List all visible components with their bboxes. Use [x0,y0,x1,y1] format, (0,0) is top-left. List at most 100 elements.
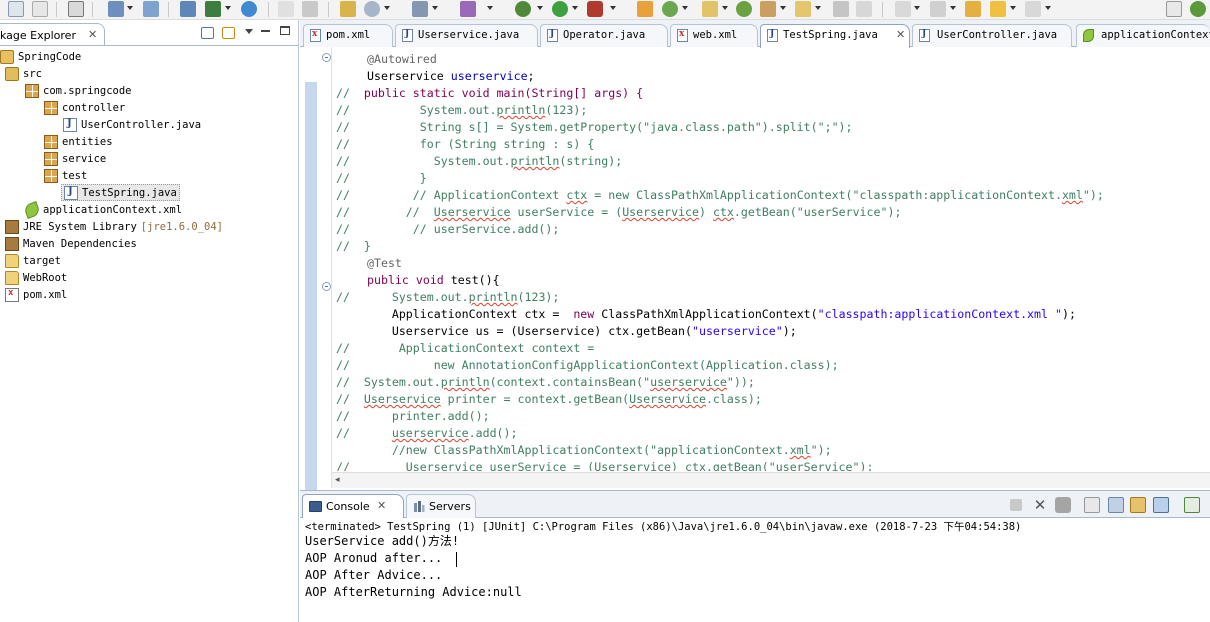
tree-item-applicationcontext-xml[interactable]: applicationContext.xml [23,200,182,219]
close-icon[interactable]: ✕ [88,28,97,41]
folder-icon [5,270,19,285]
tab-pom-xml[interactable]: x pom.xml [303,24,393,47]
code-line: // } [336,171,427,185]
console-output-line: AOP After Advice... [305,568,443,582]
tree-label: src [23,67,42,80]
tree-label: pom.xml [23,288,68,301]
tree-item-usercontroller-java[interactable]: J UserController.java [63,116,201,133]
folder-open-icon[interactable] [795,1,811,17]
run-icon[interactable] [552,1,568,17]
view-menu-icon[interactable] [245,29,253,34]
tree-item-springcode[interactable]: SpringCode [0,48,81,65]
package-icon [44,151,58,166]
debug-icon[interactable] [515,1,531,17]
tree-label: controller [62,101,126,114]
open-console-icon[interactable] [1184,497,1200,513]
maximize-icon[interactable] [280,26,290,35]
console-process-status: <terminated> TestSpring (1) [JUnit] C:\P… [305,521,1022,533]
tree-label: com.springcode [43,84,132,97]
code-line: // } [336,239,371,253]
scroll-lock-icon[interactable] [1108,497,1124,513]
code-line: // // Userservice userService = (Userser… [336,205,902,219]
browser-icon[interactable] [241,1,257,17]
code-line: // public static void main(String[] args… [336,86,644,100]
minimize-icon[interactable] [261,30,270,32]
new-wizard-icon[interactable] [108,1,124,17]
open-type-icon[interactable] [340,1,356,17]
tab-applicationcontext[interactable]: applicationContext [1076,24,1210,47]
collapse-all-icon[interactable] [201,27,214,39]
editor-ruler [300,47,332,496]
forward-icon[interactable] [1025,1,1041,17]
code-area[interactable]: @Autowired Userservice userservice; // p… [336,51,1210,471]
tab-web-xml[interactable]: x web.xml [670,24,758,47]
run-external-icon[interactable] [587,1,603,17]
paste-icon[interactable] [302,1,318,17]
fold-toggle-icon[interactable] [322,53,331,62]
link-with-editor-icon[interactable] [222,27,235,39]
open-perspective-icon[interactable] [1166,1,1182,17]
last-edit-icon[interactable] [965,1,981,17]
close-icon[interactable]: ✕ [896,28,905,41]
console-output-line: AOP AfterReturning Advice:null [305,585,522,599]
tree-item-jre-system-library[interactable]: JRE System Library [jre1.6.0_04] [5,218,223,235]
tree-item-target[interactable]: target [5,252,61,269]
open-folder-icon[interactable] [702,1,718,17]
java-version-icon[interactable] [68,1,84,17]
tab-userservice-java[interactable]: J Userservice.java [395,24,538,47]
camera-icon[interactable] [412,1,428,17]
horizontal-scrollbar[interactable]: ◂ [332,472,1210,488]
tab-console[interactable]: Console ✕ [302,494,404,518]
tree-item-webroot[interactable]: WebRoot [5,269,67,286]
save-icon[interactable] [8,1,24,17]
tree-item-pom-xml[interactable]: x pom.xml [5,286,67,303]
fold-toggle-icon[interactable] [322,282,331,291]
deploy-icon[interactable] [180,1,196,17]
prev-annotation-icon[interactable] [930,1,946,17]
tab-testspring-java[interactable]: J TestSpring.java ✕ [760,24,910,48]
palette-icon[interactable] [460,1,476,17]
save-all-icon[interactable] [32,1,48,17]
cut-icon[interactable] [278,1,294,17]
tab-operator-java[interactable]: J Operator.java [540,24,668,47]
clear-console-icon[interactable] [1084,497,1100,513]
pin-icon[interactable] [833,1,849,17]
globe-icon[interactable] [736,1,752,17]
tree-item-entities[interactable]: entities [44,133,113,150]
code-line: // // ApplicationContext ctx = new Class… [336,188,1104,202]
jre-version-label: [jre1.6.0_04] [140,220,223,233]
remove-all-icon[interactable] [1055,497,1071,513]
new-class-icon[interactable] [637,1,653,17]
next-annotation-icon[interactable] [895,1,911,17]
open-resource-icon[interactable] [364,1,380,17]
back-icon[interactable] [990,1,1006,17]
package-icon [44,168,58,183]
pen-icon[interactable] [856,1,872,17]
remove-launch-icon[interactable]: ✕ [1032,497,1048,513]
tab-package-explorer[interactable]: kage Explorer ✕ [0,23,105,45]
tree-item-service[interactable]: service [44,150,106,167]
scroll-left-icon[interactable]: ◂ [335,475,340,485]
tree-item-maven-dependencies[interactable]: Maven Dependencies [5,235,137,252]
terminate-icon[interactable] [1010,499,1022,511]
tree-item-src[interactable]: src [5,65,42,82]
code-line: // String s[] = System.getProperty("java… [336,120,853,134]
code-line: // Userservice userService = (Userservic… [336,460,874,471]
search-icon[interactable] [143,1,159,17]
tree-item-com-springcode[interactable]: com.springcode [25,82,132,99]
java-perspective-icon[interactable] [1190,1,1206,17]
new-project-icon[interactable] [662,1,678,17]
tab-usercontroller-java[interactable]: J UserController.java [912,24,1072,47]
edit-icon[interactable] [760,1,776,17]
pin-console-icon[interactable] [1153,497,1169,513]
tab-servers[interactable]: Servers [406,494,476,518]
run-server-icon[interactable] [205,1,221,17]
tree-item-test[interactable]: test [44,167,87,184]
tab-label: web.xml [693,29,738,41]
tree-item-controller[interactable]: controller [44,99,125,116]
show-on-output-icon[interactable] [1130,497,1146,513]
editor-tab-bar: x pom.xml J Userservice.java J Operator.… [300,20,1210,48]
tree-item-testspring-java[interactable]: J TestSpring.java [61,184,180,201]
close-icon[interactable]: ✕ [377,499,386,512]
code-line: // // userService.add(); [336,222,560,236]
